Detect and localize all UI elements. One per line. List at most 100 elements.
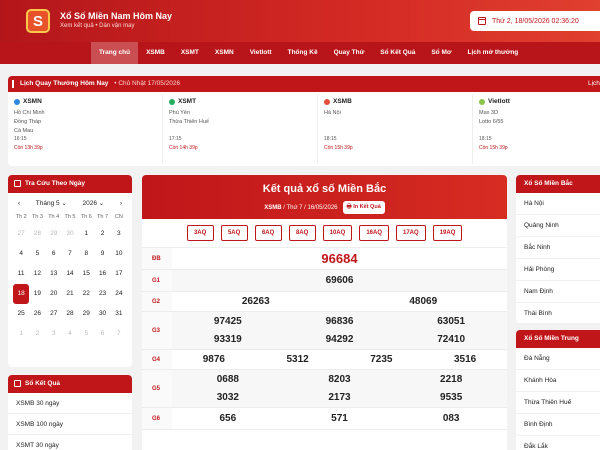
calendar-day[interactable]: 2 xyxy=(94,224,110,244)
draw-schedule: Lịch Quay Thưởng Hôm Nay • Chủ Nhật 17/0… xyxy=(8,76,600,166)
calendar-day[interactable]: 7 xyxy=(111,324,127,344)
calendar-day[interactable]: 31 xyxy=(111,304,127,324)
calendar-day[interactable]: 18 xyxy=(13,284,30,304)
calendar-day[interactable]: 28 xyxy=(29,224,45,244)
ticket-code[interactable]: 6AQ xyxy=(254,225,282,241)
so-ket-qua-link[interactable]: XSMT 30 ngày xyxy=(8,435,132,450)
calendar-day[interactable]: 16 xyxy=(94,264,110,284)
site-subtitle: Xem kết quả • Dàn vận may xyxy=(60,23,135,29)
ticket-code[interactable]: 19AQ xyxy=(432,225,463,241)
calendar-day[interactable]: 7 xyxy=(62,244,78,264)
calendar-day[interactable]: 5 xyxy=(78,324,94,344)
ticket-code[interactable]: 5AQ xyxy=(220,225,248,241)
calendar-day[interactable]: 30 xyxy=(94,304,110,324)
calendar-day[interactable]: 29 xyxy=(46,224,62,244)
province-name[interactable]: Hà Nội xyxy=(324,109,466,118)
province-link[interactable]: Hà Nội xyxy=(516,193,600,215)
ticket-code[interactable]: 8AQ xyxy=(288,225,316,241)
result-region[interactable]: XSMB xyxy=(264,205,281,211)
schedule-more-link[interactable]: Lịch xyxy=(588,76,600,92)
weekday-label: Th 3 xyxy=(31,214,43,220)
calendar-day[interactable]: 19 xyxy=(29,284,45,304)
schedule-column[interactable]: XSMB Hà Nội 18:15 Còn 15h 39p xyxy=(318,94,473,164)
calendar-day[interactable]: 8 xyxy=(78,244,94,264)
schedule-column[interactable]: XSMN Hồ Chí Minh Đồng Tháp Cà Mau 16:15 Còn 1… xyxy=(8,94,163,164)
print-result-button[interactable]: 🖶 In Kết Quả xyxy=(342,201,385,214)
nav-item[interactable]: Sổ Mơ xyxy=(423,42,459,64)
calendar-day[interactable]: 3 xyxy=(46,324,62,344)
calendar-day[interactable]: 27 xyxy=(13,224,29,244)
nav-item[interactable]: XSMN xyxy=(207,42,242,64)
nav-item[interactable]: Thống Kê xyxy=(280,42,326,64)
calendar-day[interactable]: 21 xyxy=(62,284,78,304)
province-link[interactable]: Quảng Ninh xyxy=(516,215,600,237)
province-link[interactable]: Thái Bình xyxy=(516,303,600,325)
province-link[interactable]: Đắk Lắk xyxy=(516,436,600,450)
province-link[interactable]: Thừa Thiên Huế xyxy=(516,392,600,414)
prize-number: 96684 xyxy=(321,251,358,266)
nav-item[interactable]: XSMB xyxy=(138,42,173,64)
calendar-day[interactable]: 6 xyxy=(94,324,110,344)
nav-item[interactable]: Lịch mở thưởng xyxy=(460,42,527,64)
calendar-day[interactable]: 24 xyxy=(111,284,127,304)
calendar-day[interactable]: 11 xyxy=(13,264,29,284)
calendar-day[interactable]: 30 xyxy=(62,224,78,244)
calendar-day[interactable]: 23 xyxy=(94,284,110,304)
so-ket-qua-link[interactable]: XSMB 30 ngày xyxy=(8,393,132,414)
nav-item[interactable]: XSMT xyxy=(173,42,207,64)
calendar-day[interactable]: 4 xyxy=(62,324,78,344)
province-link[interactable]: Hải Phòng xyxy=(516,259,600,281)
province-name[interactable]: Thừa Thiên Huế xyxy=(169,118,311,127)
year-select[interactable]: 2026 ⌄ xyxy=(82,199,104,207)
ticket-code[interactable]: 17AQ xyxy=(396,225,426,241)
calendar-day[interactable]: 3 xyxy=(111,224,127,244)
calendar-day[interactable]: 15 xyxy=(78,264,94,284)
calendar-day[interactable]: 6 xyxy=(46,244,62,264)
calendar-day[interactable]: 14 xyxy=(62,264,78,284)
calendar-day[interactable]: 9 xyxy=(94,244,110,264)
next-month-button[interactable]: › xyxy=(120,200,122,207)
calendar-day[interactable]: 1 xyxy=(78,224,94,244)
calendar-day[interactable]: 22 xyxy=(78,284,94,304)
province-link[interactable]: Khánh Hòa xyxy=(516,370,600,392)
province-link[interactable]: Bắc Ninh xyxy=(516,237,600,259)
calendar-day[interactable]: 10 xyxy=(111,244,127,264)
calendar-day[interactable]: 5 xyxy=(29,244,45,264)
site-title[interactable]: Xổ Số Miền Nam Hôm Nay xyxy=(60,11,172,21)
nav-item[interactable]: Trang chủ xyxy=(91,42,139,64)
ticket-code[interactable]: 16AQ xyxy=(359,225,389,241)
calendar-day[interactable]: 2 xyxy=(29,324,45,344)
nav-item[interactable]: Quay Thử xyxy=(326,42,373,64)
province-name[interactable]: Hồ Chí Minh xyxy=(14,109,156,118)
nav-item[interactable]: Sổ Kết Quả xyxy=(372,42,423,64)
ticket-code[interactable]: 3AQ xyxy=(186,225,214,241)
province-name[interactable]: Max 3D xyxy=(479,109,600,118)
nav-item[interactable]: Vietlott xyxy=(242,42,280,64)
schedule-column[interactable]: Vietlott Max 3D Lotto 6/55 18:15 Còn 15h 39p xyxy=(473,94,600,164)
schedule-column[interactable]: XSMT Phú Yên Thừa Thiên Huế 17:15 Còn 14h 39… xyxy=(163,94,318,164)
province-name[interactable]: Đồng Tháp xyxy=(14,118,156,127)
calendar-day[interactable]: 1 xyxy=(13,324,29,344)
calendar-day[interactable]: 26 xyxy=(29,304,45,324)
province-link[interactable]: Đà Nẵng xyxy=(516,348,600,370)
calendar-day[interactable]: 29 xyxy=(78,304,94,324)
province-name[interactable]: Phú Yên xyxy=(169,109,311,118)
month-select[interactable]: Tháng 5 ⌄ xyxy=(36,199,67,207)
calendar-day[interactable]: 13 xyxy=(46,264,62,284)
province-link[interactable]: Bình Định xyxy=(516,414,600,436)
ticket-code[interactable]: 10AQ xyxy=(322,225,353,241)
calendar-day[interactable]: 17 xyxy=(111,264,127,284)
calendar-day[interactable]: 20 xyxy=(46,284,62,304)
calendar-day[interactable]: 12 xyxy=(29,264,45,284)
province-list: Hồ Chí Minh Đồng Tháp Cà Mau xyxy=(14,109,156,136)
site-logo[interactable]: S xyxy=(26,9,50,33)
calendar-day[interactable]: 4 xyxy=(13,244,29,264)
province-name[interactable]: Cà Mau xyxy=(14,127,156,136)
calendar-day[interactable]: 25 xyxy=(13,304,29,324)
prev-month-button[interactable]: ‹ xyxy=(18,200,20,207)
calendar-day[interactable]: 27 xyxy=(46,304,62,324)
so-ket-qua-link[interactable]: XSMB 100 ngày xyxy=(8,414,132,435)
province-name[interactable]: Lotto 6/55 xyxy=(479,118,600,127)
calendar-day[interactable]: 28 xyxy=(62,304,78,324)
province-link[interactable]: Nam Định xyxy=(516,281,600,303)
